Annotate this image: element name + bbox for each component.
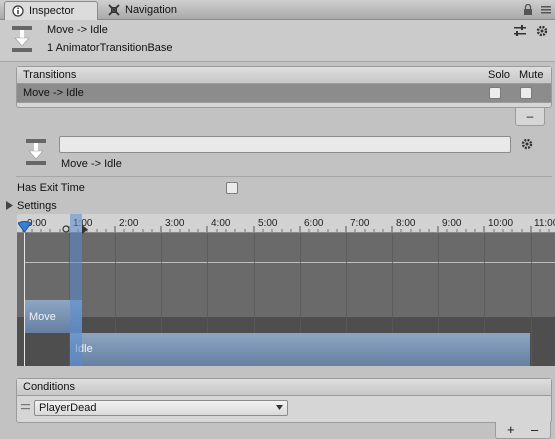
remove-transition-button[interactable]: – [515, 108, 545, 126]
header-title: Move -> Idle [47, 24, 108, 36]
divider [16, 176, 552, 177]
tab-bar-controls [523, 4, 551, 15]
timeline-grid-line [531, 233, 532, 366]
add-condition-button[interactable]: + [507, 422, 515, 437]
condition-parameter-value: PlayerDead [39, 402, 97, 414]
tab-inspector[interactable]: Inspector [4, 1, 98, 20]
transition-icon [26, 139, 46, 165]
transition-row-label: Move -> Idle [23, 87, 84, 99]
transition-row[interactable]: Move -> Idle [17, 84, 551, 103]
state-bar-move-label: Move [29, 311, 56, 323]
tab-navigation[interactable]: Navigation [101, 1, 201, 20]
chevron-down-icon [276, 405, 283, 410]
conditions-list-header: Conditions [17, 379, 551, 396]
solo-checkbox[interactable] [489, 87, 501, 99]
settings-gear-icon[interactable] [520, 137, 534, 151]
tab-inspector-label: Inspector [29, 5, 75, 17]
ruler-ticks [22, 226, 550, 232]
playhead-marker-icon[interactable] [18, 221, 31, 233]
settings-foldout[interactable]: Settings [17, 200, 57, 212]
timeline-curve [24, 262, 555, 263]
timeline-ruler[interactable]: 0:00 1:00 2:00 3:00 4:00 5:00 6:00 7:00 … [17, 214, 555, 233]
playhead-line [24, 222, 25, 366]
mute-column-label: Mute [519, 69, 544, 81]
transition-name-input[interactable] [59, 136, 511, 153]
transition-end-handle-icon[interactable] [82, 225, 88, 234]
transition-name: Move -> Idle [61, 158, 122, 170]
lock-icon[interactable] [523, 4, 533, 15]
header-icons [513, 24, 549, 38]
has-exit-time-checkbox[interactable] [226, 182, 238, 194]
context-menu-icon[interactable] [541, 4, 551, 15]
timeline-track-area [17, 233, 555, 317]
mute-checkbox[interactable] [520, 87, 532, 99]
condition-parameter-select[interactable]: PlayerDead [34, 400, 288, 416]
settings-gear-icon[interactable] [535, 24, 549, 38]
has-exit-time-label: Has Exit Time [17, 182, 85, 194]
navigation-icon [108, 4, 120, 16]
conditions-footer: + – [495, 422, 551, 439]
transition-blend-region[interactable] [70, 214, 82, 366]
drag-handle-icon[interactable] [21, 404, 30, 410]
inspector-icon [12, 5, 24, 17]
inspector-header: Move -> Idle 1 AnimatorTransitionBase [0, 20, 555, 62]
tab-navigation-label: Navigation [125, 4, 177, 16]
transition-start-handle-icon[interactable] [62, 225, 70, 233]
transitions-list: Transitions Solo Mute Move -> Idle – [16, 66, 552, 126]
transition-timeline[interactable]: Move Idle 0:00 1:00 2:00 3:00 4:00 5:00 … [17, 214, 555, 366]
remove-condition-button[interactable]: – [531, 422, 538, 437]
conditions-heading: Conditions [23, 381, 75, 393]
transitions-heading: Transitions [23, 69, 77, 81]
header-subtitle: 1 AnimatorTransitionBase [47, 42, 173, 54]
foldout-arrow-icon[interactable] [6, 201, 13, 210]
state-bar-idle[interactable]: Idle [70, 333, 530, 366]
transitions-list-header: Transitions Solo Mute [17, 67, 551, 84]
tab-bar: Inspector Navigation [0, 0, 555, 20]
transition-icon [12, 26, 32, 52]
preset-icon[interactable] [513, 24, 527, 38]
solo-column-label: Solo [488, 69, 511, 81]
